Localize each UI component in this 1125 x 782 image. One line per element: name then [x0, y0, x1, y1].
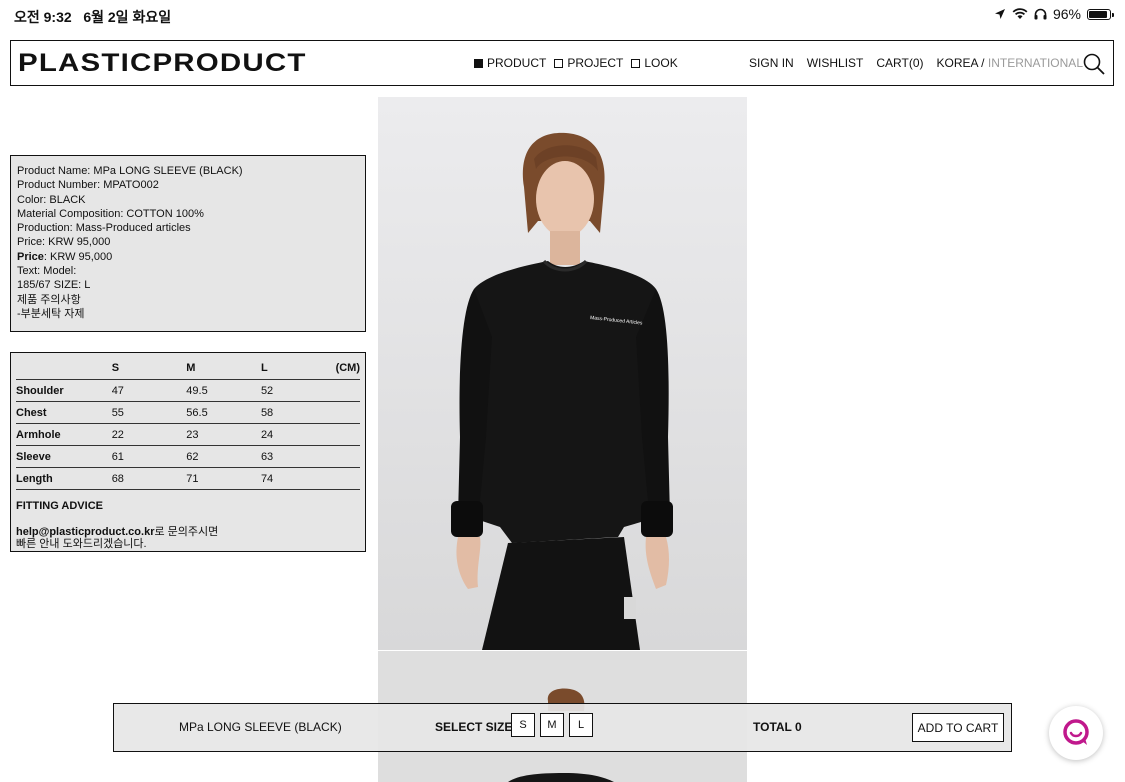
size-chart-panel: S M L (CM) Shoulder 47 49.5 52 Chest 55 56.5 5…	[10, 352, 366, 552]
chat-button[interactable]	[1049, 706, 1103, 760]
size-button-s[interactable]: S	[511, 713, 535, 737]
model-illustration: Mass-Produced Articles	[378, 97, 747, 650]
size-selector: S M L	[511, 713, 593, 737]
add-to-cart-button[interactable]: ADD TO CART	[912, 713, 1004, 742]
select-size-label: SELECT SIZE	[435, 720, 513, 734]
nav-item-project[interactable]: PROJECT	[554, 56, 623, 70]
nav-square-icon	[554, 58, 564, 68]
product-color-line: Color: BLACK	[17, 193, 86, 206]
price-line-bold: Price: KRW 95,000	[17, 250, 113, 263]
fitting-advice-title: FITTING ADVICE	[16, 500, 103, 512]
site-header: PLASTICPRODUCT PRODUCT PROJECT LOOK SIGN…	[10, 40, 1114, 86]
product-name-line: Product Name: MPa LONG SLEEVE (BLACK)	[17, 165, 243, 177]
size-header-m: M	[186, 357, 261, 380]
size-unit: (CM)	[335, 357, 360, 380]
product-info-panel: Product Name: MPa LONG SLEEVE (BLACK) Pr…	[10, 155, 366, 332]
size-button-m[interactable]: M	[540, 713, 564, 737]
size-chart-table: S M L (CM) Shoulder 47 49.5 52 Chest 55 56.5 5…	[16, 357, 360, 490]
wifi-icon	[1012, 8, 1028, 19]
help-email-link[interactable]: help@plasticproduct.co.kr	[16, 526, 154, 538]
size-chart-header: S M L (CM)	[16, 357, 360, 380]
total-label: TOTAL	[753, 720, 792, 734]
status-bar: 오전 9:32 6월 2일 화요일 96%	[0, 0, 1125, 32]
location-icon	[994, 9, 1005, 19]
region-korea-link[interactable]: KOREA /	[937, 56, 985, 70]
purchase-bar-product-name: MPa LONG SLEEVE (BLACK)	[179, 720, 342, 734]
battery-percent: 96%	[1052, 6, 1081, 22]
table-row: Armhole 22 23 24	[16, 423, 360, 446]
region-switch: KOREA / INTERNATIONAL	[937, 56, 1084, 70]
size-header-s: S	[111, 357, 187, 380]
nav-square-icon	[631, 58, 641, 68]
material-line: Material Composition: COTTON 100%	[17, 207, 204, 220]
fitting-advice-text: help@plasticproduct.co.kr로 문의주시면 빠른 안내 도…	[16, 526, 219, 550]
nav-item-look[interactable]: LOOK	[631, 56, 678, 70]
header-utilities: SIGN IN WISHLIST CART(0) KOREA / INTERNA…	[749, 56, 1083, 70]
production-line: Production: Mass-Produced articles	[17, 222, 191, 235]
table-row: Sleeve 61 62 63	[16, 445, 360, 468]
main-nav: PRODUCT PROJECT LOOK	[474, 56, 678, 70]
nav-selected-square-icon	[474, 58, 483, 68]
headphones-icon	[1034, 8, 1047, 20]
wishlist-link[interactable]: WISHLIST	[807, 56, 864, 70]
product-number-line: Product Number: MPATO002	[17, 179, 159, 192]
sign-in-link[interactable]: SIGN IN	[749, 56, 794, 70]
product-image[interactable]: Mass-Produced Articles	[378, 97, 747, 650]
purchase-bar: MPa LONG SLEEVE (BLACK) SELECT SIZE S M …	[113, 703, 1012, 752]
site-logo[interactable]: PLASTICPRODUCT	[18, 49, 307, 78]
care-title-line: 제품 주의사항	[17, 293, 81, 306]
nav-item-product[interactable]: PRODUCT	[474, 56, 546, 70]
chat-icon	[1063, 719, 1089, 745]
status-time: 오전 9:32 6월 2일 화요일	[14, 9, 172, 25]
table-row: Chest 55 56.5 58	[16, 401, 360, 424]
nav-item-label: PROJECT	[567, 56, 624, 70]
size-header-l: L	[260, 357, 336, 380]
table-row: Length 68 71 74	[16, 467, 360, 490]
cart-link[interactable]: CART(0)	[876, 56, 923, 70]
search-icon[interactable]	[1083, 53, 1105, 75]
price-line: Price: KRW 95,000	[17, 236, 111, 249]
size-button-l[interactable]: L	[569, 713, 593, 737]
total-value: 0	[795, 720, 802, 734]
status-icons: 96%	[994, 6, 1114, 22]
region-international-link[interactable]: INTERNATIONAL	[985, 56, 1083, 70]
table-row: Shoulder 47 49.5 52	[16, 379, 360, 402]
text-model-line: Text: Model:	[17, 265, 77, 278]
model-size-line: 185/67 SIZE: L	[17, 279, 91, 292]
care-note-line: -부분세탁 자제	[17, 307, 85, 320]
nav-item-label: LOOK	[644, 56, 678, 70]
nav-item-label: PRODUCT	[487, 56, 547, 70]
battery-icon	[1087, 8, 1114, 20]
